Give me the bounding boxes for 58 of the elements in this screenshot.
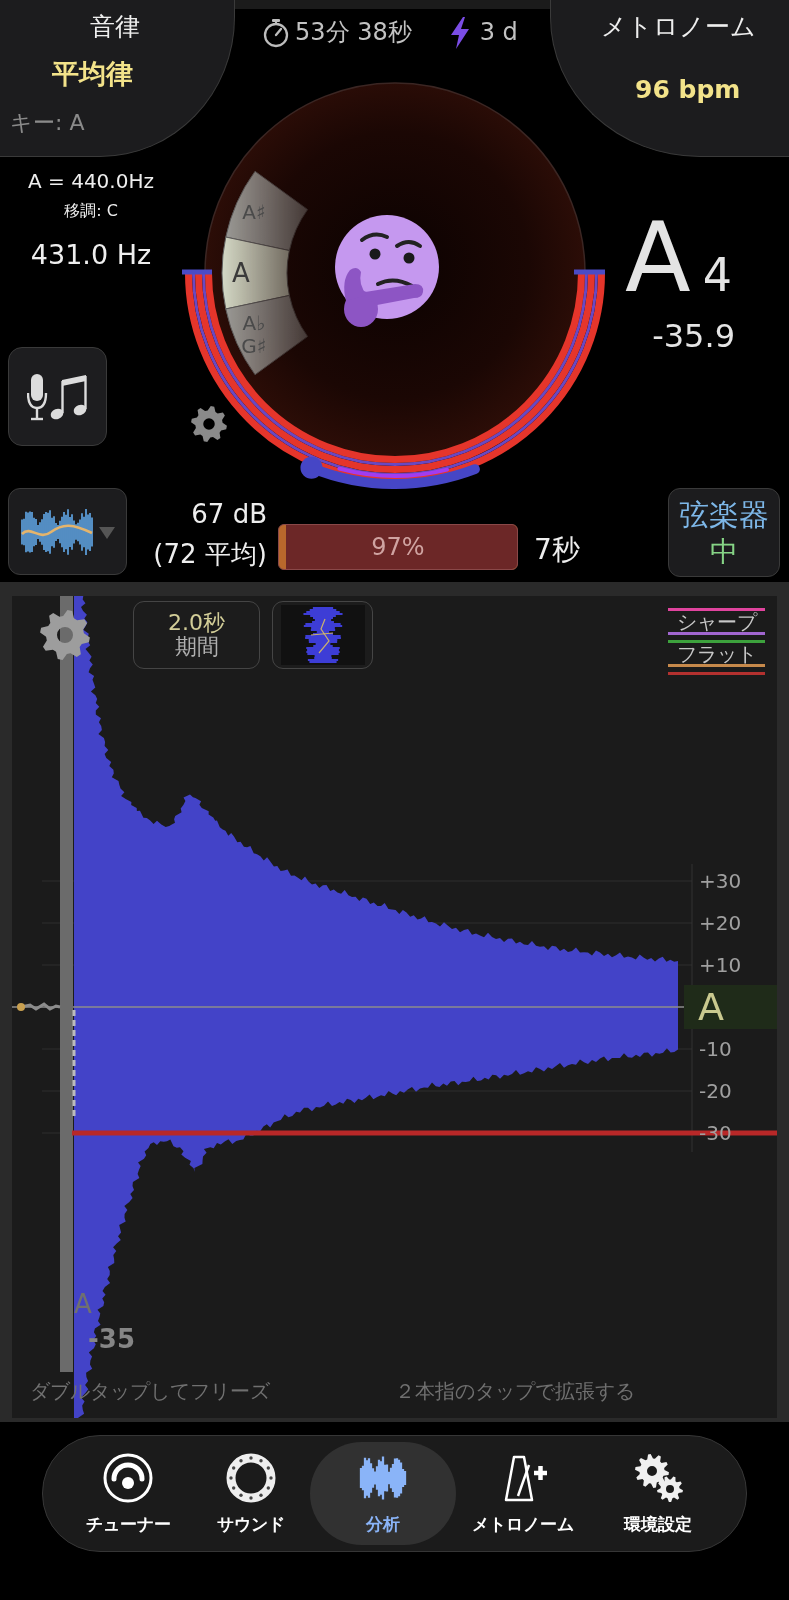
waveform-select-button[interactable] xyxy=(8,488,127,575)
scale-label: -20 xyxy=(699,1079,732,1103)
microphone-note-icon xyxy=(26,371,89,422)
legend-label: フラット xyxy=(668,644,765,667)
nav-tab[interactable]: チューナー xyxy=(64,1442,192,1545)
target-note-label: A xyxy=(698,985,724,1029)
cents-reading: -35.9 xyxy=(652,316,735,356)
input-mode-button[interactable] xyxy=(8,347,107,446)
confidence-label: 97% xyxy=(371,532,425,562)
duration-reading: 7秒 xyxy=(534,532,580,568)
caret-icon xyxy=(98,526,115,539)
marker-note-label: A xyxy=(74,1289,92,1319)
hint-text: ２本指のタップで拡張する xyxy=(395,1378,636,1404)
volume-reading: 67 dB xyxy=(191,498,267,531)
streak-count: 3 d xyxy=(479,17,518,48)
frequency-reading: 431.0 Hz xyxy=(30,239,152,271)
tempo-value: 96 bpm xyxy=(635,75,741,105)
stopwatch-icon xyxy=(262,18,290,48)
view-mode-button[interactable] xyxy=(272,601,373,669)
note-label: A xyxy=(232,258,250,288)
metronome-label: メトロノーム xyxy=(601,12,756,42)
temperament-label: 音律 xyxy=(89,12,140,42)
settings-icon[interactable] xyxy=(190,406,227,442)
settings-icon[interactable] xyxy=(40,610,90,660)
lightning-icon xyxy=(449,17,470,49)
scale-label: -30 xyxy=(699,1121,732,1145)
gauge-end-cap xyxy=(182,269,212,275)
octave-number: 4 xyxy=(702,250,732,300)
scale-label: +10 xyxy=(699,953,742,977)
session-timer: 53分 38秒 xyxy=(295,17,412,48)
instrument-button[interactable]: 弦楽器 中 xyxy=(668,488,780,577)
reference-pitch: A = 440.0Hz xyxy=(28,169,154,193)
gauge-icon xyxy=(103,1452,153,1503)
nav-tab[interactable]: メトロノーム xyxy=(456,1442,590,1545)
nav-tab[interactable]: 環境設定 xyxy=(590,1442,726,1545)
key-label: キー: A xyxy=(10,110,85,136)
gauge-end-cap xyxy=(574,269,605,275)
note-label: A♭ xyxy=(242,310,266,335)
average-volume-reading: (72 平均) xyxy=(153,538,267,571)
signal-trace xyxy=(17,1002,61,1011)
note-label: G♯ xyxy=(241,333,267,358)
scale-label: -10 xyxy=(699,1037,732,1061)
arc-slider[interactable] xyxy=(300,456,480,489)
temperament-value: 平均律 xyxy=(52,58,133,90)
transpose-label: 移調: C xyxy=(64,201,118,221)
thinking-face-icon xyxy=(335,215,439,327)
scale-label: +20 xyxy=(699,911,742,935)
gears-icon xyxy=(633,1452,683,1503)
duration-button[interactable]: 2.0秒 期間 xyxy=(133,601,260,669)
note-name: A xyxy=(625,210,691,306)
nav-tab[interactable]: 分析 xyxy=(310,1442,456,1545)
nav-tab[interactable]: サウンド xyxy=(192,1442,310,1545)
dotted-ring-icon xyxy=(226,1452,276,1503)
scale-label: +30 xyxy=(699,869,742,893)
slider-thumb[interactable] xyxy=(300,456,323,479)
waveform-thumbnail-icon xyxy=(280,605,365,665)
legend-label: シャープ xyxy=(668,612,765,635)
note-label: A♯ xyxy=(242,200,266,224)
